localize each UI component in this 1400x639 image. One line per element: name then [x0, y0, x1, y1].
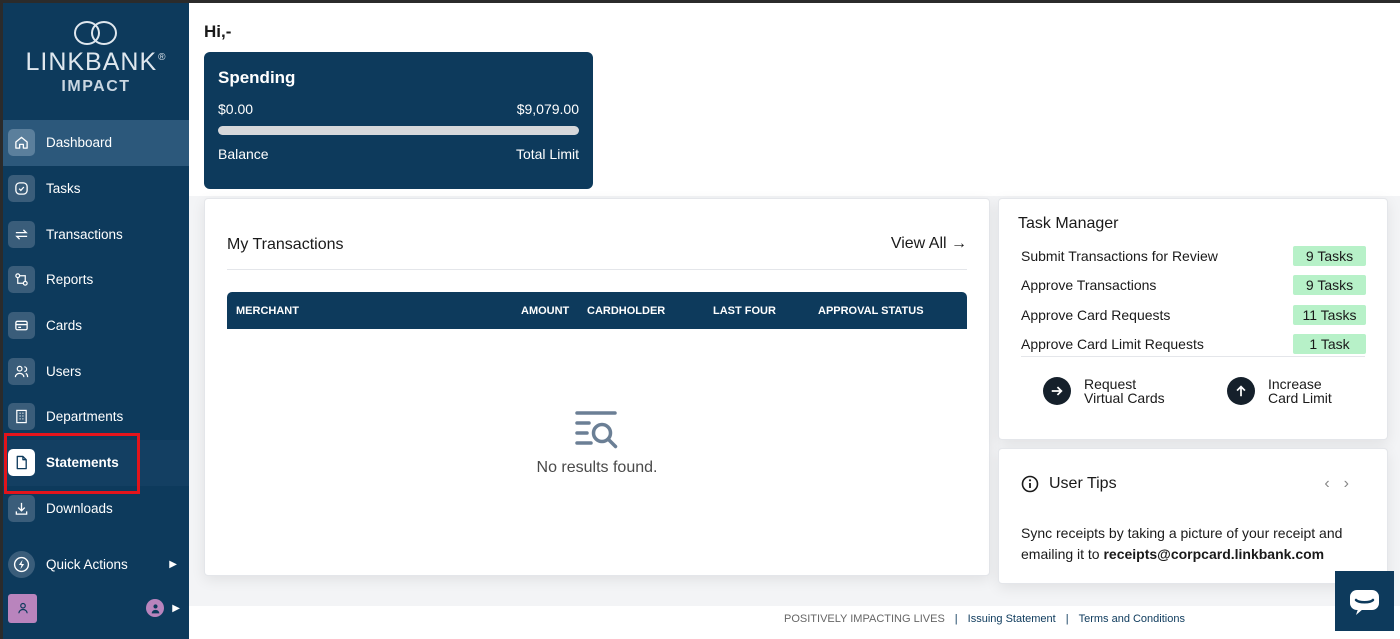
check-circle-icon	[8, 175, 35, 203]
card-icon	[8, 312, 35, 340]
user-profile-icon[interactable]	[146, 599, 164, 617]
user-avatar[interactable]	[8, 593, 37, 623]
column-header-approval-status[interactable]: APPROVAL STATUS	[818, 305, 924, 317]
column-header-merchant[interactable]: MERCHANT	[236, 305, 299, 317]
chat-button[interactable]	[1335, 571, 1394, 631]
task-label: Submit Transactions for Review	[1021, 248, 1218, 264]
sidebar-item-label: Tasks	[46, 181, 81, 197]
task-count-badge[interactable]: 9 Tasks	[1293, 246, 1366, 266]
sidebar-item-cards[interactable]: Cards	[3, 303, 189, 349]
tips-pagination: ‹›	[1324, 475, 1363, 493]
arrow-right-circle-icon	[1043, 377, 1071, 405]
task-label: Approve Card Requests	[1021, 307, 1171, 323]
chevron-left-icon[interactable]: ‹	[1324, 475, 1343, 492]
tips-text: Sync receipts by taking a picture of you…	[1021, 523, 1371, 565]
sidebar-item-users[interactable]: Users	[3, 348, 189, 394]
download-icon	[8, 494, 35, 522]
users-icon	[8, 357, 35, 385]
brand-sub: IMPACT	[61, 78, 131, 95]
terms-link[interactable]: Terms and Conditions	[1079, 613, 1185, 625]
task-manager-title: Task Manager	[1018, 215, 1119, 232]
spending-progress-bar	[218, 126, 579, 135]
task-row[interactable]: Approve Transactions 9 Tasks	[1021, 273, 1366, 297]
chat-bubble-icon	[1350, 590, 1379, 615]
task-row[interactable]: Submit Transactions for Review 9 Tasks	[1021, 244, 1366, 268]
registered-mark: ®	[158, 52, 167, 63]
task-label: Approve Transactions	[1021, 277, 1157, 293]
request-virtual-cards-button[interactable]: Request Virtual Cards	[1043, 377, 1165, 405]
footer-separator: |	[1065, 613, 1069, 625]
sidebar-item-label: Departments	[46, 409, 124, 425]
tips-title: User Tips	[1049, 475, 1117, 492]
brand-name: LINKBANK	[25, 48, 158, 76]
quick-actions-menu[interactable]: Quick Actions ▶	[3, 547, 189, 581]
receipts-email: receipts@corpcard.linkbank.com	[1103, 546, 1325, 562]
action-line2: Virtual Cards	[1084, 390, 1165, 406]
sidebar: LINKBANK® IMPACT Dashboard Tasks Transac…	[0, 3, 189, 639]
column-header-last-four[interactable]: LAST FOUR	[713, 305, 776, 317]
task-label: Approve Card Limit Requests	[1021, 336, 1204, 352]
arrow-up-circle-icon	[1227, 377, 1255, 405]
sidebar-item-label: Downloads	[46, 500, 113, 516]
transactions-title: My Transactions	[227, 236, 344, 253]
search-list-icon	[573, 409, 621, 453]
sidebar-item-dashboard[interactable]: Dashboard	[3, 120, 189, 166]
footer-tagline: POSITIVELY IMPACTING LIVES	[784, 613, 945, 625]
task-row[interactable]: Approve Card Limit Requests 1 Task	[1021, 332, 1366, 356]
spending-title: Spending	[218, 68, 296, 87]
divider	[227, 269, 967, 270]
dashboard-panels: My Transactions View All → MERCHANT AMOU…	[189, 196, 1400, 606]
limit-label: Total Limit	[515, 146, 579, 162]
column-header-cardholder[interactable]: CARDHOLDER	[587, 305, 665, 317]
issuing-statement-link[interactable]: Issuing Statement	[968, 613, 1056, 625]
caret-right-icon: ▶	[169, 558, 177, 570]
highlight-box	[4, 433, 140, 494]
sidebar-item-label: Dashboard	[46, 135, 113, 151]
task-manager-card: Task Manager Submit Transactions for Rev…	[998, 198, 1388, 440]
caret-right-icon: ▶	[172, 602, 180, 614]
sidebar-item-tasks[interactable]: Tasks	[3, 166, 189, 212]
footer: POSITIVELY IMPACTING LIVES | Issuing State…	[189, 613, 1400, 639]
home-icon	[8, 129, 35, 157]
balance-label: Balance	[218, 146, 269, 162]
brand-logo[interactable]: LINKBANK® IMPACT	[3, 3, 189, 118]
greeting: Hi,-	[204, 22, 232, 41]
divider	[1021, 356, 1365, 357]
chevron-right-icon[interactable]: ›	[1344, 475, 1363, 492]
task-count-badge[interactable]: 11 Tasks	[1293, 305, 1366, 325]
limit-value: $9,079.00	[516, 101, 579, 117]
info-icon	[1021, 475, 1039, 493]
user-menu[interactable]: ▶	[8, 591, 189, 625]
task-row[interactable]: Approve Card Requests 11 Tasks	[1021, 303, 1366, 327]
task-count-badge[interactable]: 1 Task	[1293, 334, 1366, 354]
arrow-right-icon: →	[951, 235, 967, 252]
logo-rings-icon	[74, 21, 118, 45]
empty-state-text: No results found.	[536, 459, 658, 476]
swap-arrows-icon	[8, 220, 35, 248]
reports-icon	[8, 266, 35, 294]
transactions-card: My Transactions View All → MERCHANT AMOU…	[204, 198, 990, 576]
sidebar-item-label: Transactions	[46, 226, 123, 242]
view-all-link[interactable]: View All →	[891, 235, 967, 253]
sidebar-item-label: Cards	[46, 318, 83, 334]
column-header-amount[interactable]: AMOUNT	[521, 305, 569, 317]
task-count-badge[interactable]: 9 Tasks	[1293, 275, 1366, 295]
user-tips-card: User Tips ‹› Sync receipts by taking a p…	[998, 448, 1388, 584]
empty-state: No results found.	[205, 409, 989, 477]
increase-card-limit-button[interactable]: Increase Card Limit	[1227, 377, 1332, 405]
view-all-label: View All	[890, 235, 947, 252]
footer-separator: |	[954, 613, 958, 625]
sidebar-item-transactions[interactable]: Transactions	[3, 211, 189, 257]
sidebar-item-reports[interactable]: Reports	[3, 257, 189, 303]
building-icon	[8, 403, 35, 431]
sidebar-item-label: Users	[46, 363, 82, 379]
balance-value: $0.00	[218, 101, 254, 117]
spending-card: Spending $0.00 $9,079.00 Balance Total L…	[204, 52, 593, 189]
lightning-icon	[8, 550, 35, 578]
quick-actions-label: Quick Actions	[46, 556, 128, 572]
main-content: Hi,- Spending $0.00 $9,079.00 Balance To…	[189, 3, 1400, 639]
action-line2: Card Limit	[1268, 390, 1332, 406]
transactions-table-header: MERCHANT AMOUNT CARDHOLDER LAST FOUR APP…	[227, 292, 967, 329]
sidebar-item-label: Reports	[46, 272, 94, 288]
